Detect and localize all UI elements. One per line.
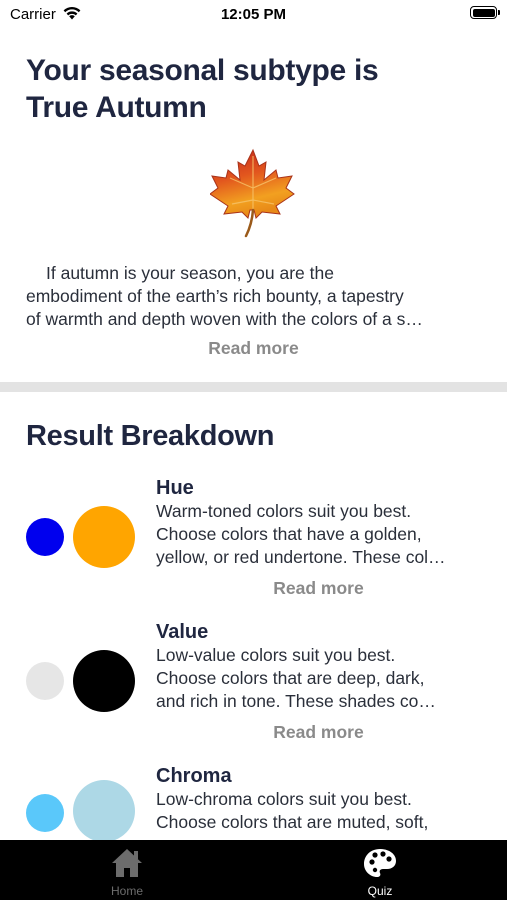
hue-read-more-button[interactable]: Read more: [156, 578, 481, 599]
tab-bar: Home Quiz: [0, 840, 507, 900]
tab-quiz-label: Quiz: [367, 884, 393, 898]
value-text: Value Low-value colors suit you best. Ch…: [156, 620, 488, 713]
value-description-line: Low-value colors suit you best.: [156, 645, 396, 665]
chroma-text: Chroma Low-chroma colors suit you best. …: [156, 764, 488, 834]
value-description-line: and rich in tone. These shades co…: [156, 691, 436, 711]
value-swatch-small: [26, 662, 64, 700]
description-line: embodiment of the earth’s rich bounty, a…: [26, 286, 404, 306]
maple-leaf-icon: [210, 148, 295, 238]
tab-home-label: Home: [110, 884, 143, 898]
section-divider: [0, 382, 507, 392]
hue-description-line: Warm-toned colors suit you best.: [156, 501, 412, 521]
breakdown-title: Result Breakdown: [26, 420, 275, 452]
hue-heading: Hue: [156, 477, 194, 499]
status-bar: Carrier 12:05 PM: [0, 0, 507, 28]
description-line: of warmth and depth woven with the color…: [26, 309, 423, 329]
value-swatch-large: [73, 650, 135, 712]
hue-description-line: yellow, or red undertone. These col…: [156, 547, 446, 567]
read-more-button[interactable]: Read more: [0, 338, 507, 359]
hue-swatch-large: [73, 506, 135, 568]
home-icon: [112, 849, 142, 877]
status-time: 12:05 PM: [220, 6, 287, 23]
season-description: If autumn is your season, you are the em…: [26, 262, 486, 331]
tab-home[interactable]: Home: [67, 840, 187, 900]
palette-icon: [364, 849, 396, 877]
hue-description-line: Choose colors that have a golden,: [156, 524, 422, 544]
chroma-heading: Chroma: [156, 765, 232, 787]
value-description-line: Choose colors that are deep, dark,: [156, 668, 425, 688]
chroma-swatch-large: [73, 780, 135, 842]
battery-icon: [470, 6, 500, 19]
result-title-line1: Your seasonal subtype is: [26, 54, 379, 87]
value-read-more-button[interactable]: Read more: [156, 722, 481, 743]
tab-quiz[interactable]: Quiz: [320, 840, 440, 900]
chroma-swatch-small: [26, 794, 64, 832]
result-title-line2: True Autumn: [26, 91, 207, 124]
hue-swatch-small: [26, 518, 64, 556]
chroma-description-line: Choose colors that are muted, soft,: [156, 812, 429, 832]
result-title: Your seasonal subtype is True Autumn: [26, 52, 486, 126]
hue-text: Hue Warm-toned colors suit you best. Cho…: [156, 476, 488, 569]
description-line: If autumn is your season, you are the: [46, 263, 334, 283]
chroma-description-line: Low-chroma colors suit you best.: [156, 789, 412, 809]
value-heading: Value: [156, 621, 209, 643]
